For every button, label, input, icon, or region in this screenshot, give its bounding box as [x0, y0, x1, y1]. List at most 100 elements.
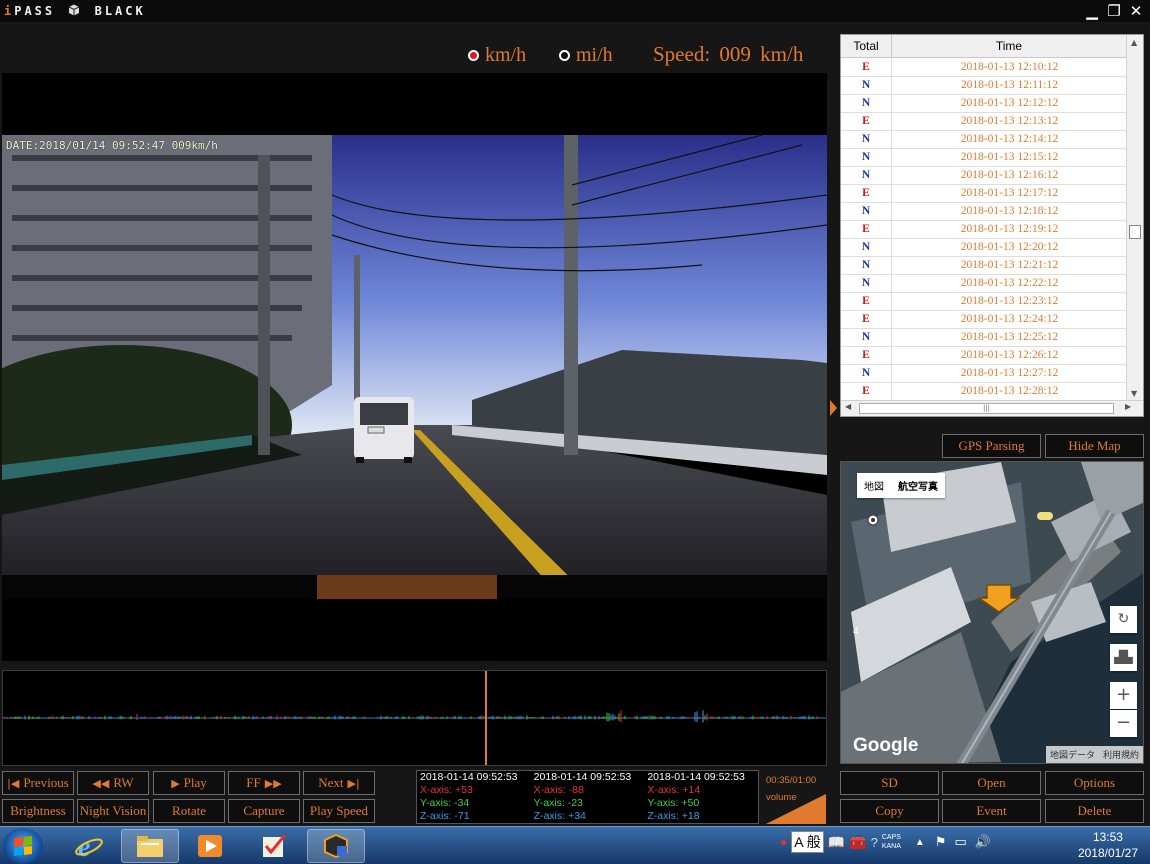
delete-button[interactable]: Delete: [1045, 799, 1144, 823]
help-icon[interactable]: ?: [871, 835, 878, 850]
event-row[interactable]: E 2018-01-13 12:24:12: [841, 311, 1127, 329]
close-icon[interactable]: ✕: [1128, 3, 1144, 19]
map-terms-link[interactable]: 利用規約: [1099, 746, 1143, 763]
event-row[interactable]: E 2018-01-13 12:13:12: [841, 113, 1127, 131]
capture-button[interactable]: Capture: [228, 799, 300, 823]
scroll-down-icon[interactable]: ▼: [1131, 389, 1137, 398]
maximize-icon[interactable]: ❐: [1106, 3, 1122, 19]
rotate-map-icon[interactable]: ↻: [1110, 606, 1137, 633]
gps-parsing-button[interactable]: GPS Parsing: [942, 434, 1041, 458]
event-row[interactable]: N 2018-01-13 12:22:12: [841, 275, 1127, 293]
unit-kmh-radio[interactable]: [468, 50, 479, 61]
map-tab-map[interactable]: 地図: [857, 473, 891, 498]
open-button[interactable]: Open: [942, 771, 1041, 795]
ff-icon: ▶▶: [264, 776, 282, 790]
prev-icon: |◀: [7, 776, 20, 790]
sd-label: SD: [881, 775, 898, 790]
event-label: Event: [976, 803, 1007, 818]
column-header-time[interactable]: Time: [892, 35, 1127, 57]
column-header-total[interactable]: Total: [841, 35, 892, 57]
ime-indicator[interactable]: A 般: [791, 831, 824, 853]
network-icon[interactable]: ▭: [954, 834, 966, 850]
event-row[interactable]: N 2018-01-13 12:14:12: [841, 131, 1127, 149]
file-explorer-icon[interactable]: [121, 829, 179, 863]
event-row[interactable]: N 2018-01-13 12:20:12: [841, 239, 1127, 257]
event-time: 2018-01-13 12:18:12: [960, 205, 1059, 217]
sd-button[interactable]: SD: [840, 771, 939, 795]
night-vision-button[interactable]: Night Vision: [77, 799, 149, 823]
volume-icon[interactable]: 🔊: [975, 834, 991, 850]
event-row[interactable]: N 2018-01-13 12:21:12: [841, 257, 1127, 275]
vertical-scrollbar[interactable]: ▲ ▼: [1126, 35, 1143, 401]
copy-label: Copy: [875, 803, 904, 818]
event-row[interactable]: N 2018-01-13 12:15:12: [841, 149, 1127, 167]
next-button[interactable]: Next ▶|: [303, 771, 375, 795]
event-button[interactable]: Event: [942, 799, 1041, 823]
ime-tool-icon[interactable]: 🧰: [849, 834, 866, 851]
app-logo: iPASS BLACK: [4, 3, 146, 18]
play-button[interactable]: ▶ Play: [153, 771, 225, 795]
event-row[interactable]: N 2018-01-13 12:11:12: [841, 77, 1127, 95]
event-row[interactable]: N 2018-01-13 12:12:12: [841, 95, 1127, 113]
event-row[interactable]: E 2018-01-13 12:28:12: [841, 383, 1127, 401]
options-button[interactable]: Options: [1045, 771, 1144, 795]
action-center-flag-icon[interactable]: ⚑: [935, 834, 947, 850]
notification-icon[interactable]: ●: [780, 835, 787, 849]
minimize-icon[interactable]: ▁: [1084, 3, 1100, 19]
hide-map-button[interactable]: Hide Map: [1045, 434, 1144, 458]
unit-kmh-option[interactable]: km/h: [468, 44, 526, 67]
zoom-out-icon[interactable]: −: [1110, 710, 1137, 737]
event-row[interactable]: E 2018-01-13 12:10:12: [841, 59, 1127, 77]
rotate-button[interactable]: Rotate: [153, 799, 225, 823]
previous-button[interactable]: |◀ Previous: [2, 771, 74, 795]
unit-mih-radio[interactable]: [559, 50, 570, 61]
rewind-button[interactable]: ◀◀ RW: [77, 771, 149, 795]
delete-label: Delete: [1077, 803, 1112, 818]
y-axis-value: Y-axis: -23: [533, 797, 583, 809]
event-list[interactable]: Total Time E 2018-01-13 12:10:12 N 2018-01-…: [840, 34, 1144, 417]
title-bar: iPASS BLACK ▁ ❐ ✕: [0, 0, 1150, 22]
media-player-icon[interactable]: [181, 829, 239, 863]
map-tab-satellite[interactable]: 航空写真: [891, 473, 945, 498]
tilt-map-icon[interactable]: ▟▙: [1110, 644, 1137, 671]
sensor-timestamp: 2018-01-14 09:52:53: [420, 771, 518, 783]
ipass-black-app-icon[interactable]: [307, 829, 365, 863]
scroll-right-icon[interactable]: ▶: [1125, 402, 1131, 411]
ime-dictionary-icon[interactable]: 📖: [828, 834, 845, 851]
brightness-button[interactable]: Brightness: [2, 799, 74, 823]
fast-forward-button[interactable]: FF ▶▶: [228, 771, 300, 795]
event-row[interactable]: N 2018-01-13 12:27:12: [841, 365, 1127, 383]
event-row[interactable]: N 2018-01-13 12:25:12: [841, 329, 1127, 347]
gps-map[interactable]: 4 地図 航空写真 ↻ ▟▙ + − Google 地図データ 利用規約: [840, 461, 1144, 764]
system-clock[interactable]: 13:53 2018/01/27: [1078, 829, 1138, 861]
event-type: N: [841, 239, 892, 256]
scroll-thumb-horizontal[interactable]: |||: [859, 403, 1114, 414]
scroll-thumb[interactable]: [1129, 225, 1141, 239]
event-type: N: [841, 329, 892, 346]
zoom-in-icon[interactable]: +: [1110, 682, 1137, 709]
event-row[interactable]: E 2018-01-13 12:17:12: [841, 185, 1127, 203]
g-sensor-graph[interactable]: [2, 670, 827, 766]
map-data-link[interactable]: 地図データ: [1046, 746, 1099, 763]
event-row[interactable]: N 2018-01-13 12:16:12: [841, 167, 1127, 185]
play-speed-button[interactable]: Play Speed: [303, 799, 375, 823]
unit-mih-option[interactable]: mi/h: [559, 44, 613, 67]
copy-button[interactable]: Copy: [840, 799, 939, 823]
checklist-app-icon[interactable]: [245, 829, 303, 863]
start-button[interactable]: [3, 828, 43, 864]
internet-explorer-icon[interactable]: e: [60, 829, 118, 863]
speed-value: 009: [719, 42, 751, 66]
event-type: N: [841, 257, 892, 274]
horizontal-scrollbar[interactable]: ◀ ||| ▶: [841, 400, 1143, 416]
event-row[interactable]: E 2018-01-13 12:23:12: [841, 293, 1127, 311]
scroll-left-icon[interactable]: ◀: [845, 402, 851, 411]
event-row[interactable]: E 2018-01-13 12:19:12: [841, 221, 1127, 239]
video-player[interactable]: DATE:2018/01/14 09:52:47 009km/h: [2, 73, 827, 661]
panel-collapse-icon[interactable]: [830, 400, 837, 416]
dashcam-frame: [2, 135, 827, 599]
event-row[interactable]: N 2018-01-13 12:18:12: [841, 203, 1127, 221]
cube-icon: [69, 4, 80, 16]
event-row[interactable]: E 2018-01-13 12:26:12: [841, 347, 1127, 365]
scroll-up-icon[interactable]: ▲: [1131, 38, 1137, 47]
show-hidden-icons-icon[interactable]: ▲: [915, 837, 925, 848]
